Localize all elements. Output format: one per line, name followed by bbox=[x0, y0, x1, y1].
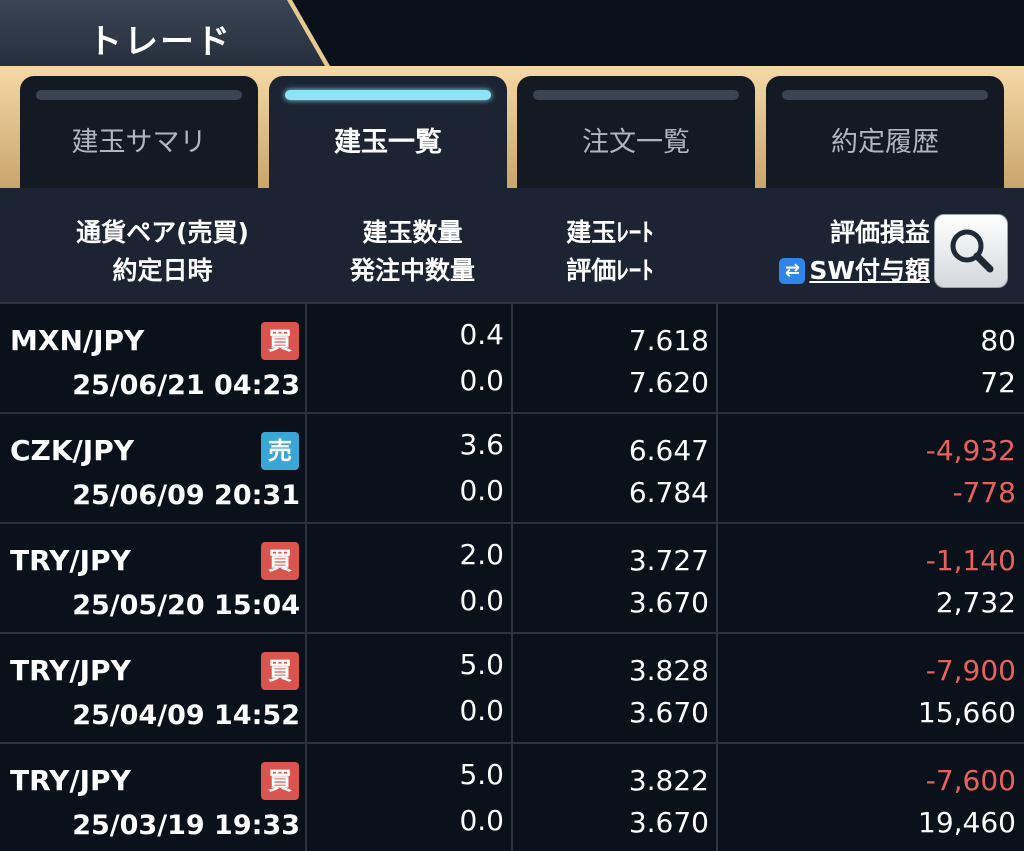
sw-amount: -778 bbox=[952, 476, 1016, 509]
tab-label: 約定履歴 bbox=[831, 127, 939, 158]
execution-datetime: 25/06/21 04:23 bbox=[72, 370, 300, 401]
tab-indicator bbox=[533, 90, 739, 100]
eval-rate: 3.670 bbox=[628, 696, 709, 729]
header-pending-qty-label: 発注中数量 bbox=[349, 256, 475, 285]
column-divider bbox=[716, 634, 718, 744]
table-row[interactable]: TRY/JPY 買 25/04/09 14:52 5.0 0.0 3.828 3… bbox=[0, 634, 1024, 744]
position-qty: 0.4 bbox=[459, 318, 504, 351]
pending-qty: 0.0 bbox=[459, 584, 504, 617]
currency-pair: TRY/JPY bbox=[10, 764, 131, 797]
sw-amount: 72 bbox=[980, 366, 1016, 399]
pending-qty: 0.0 bbox=[459, 804, 504, 837]
position-qty: 3.6 bbox=[459, 428, 504, 461]
table-row[interactable]: TRY/JPY 買 25/03/19 19:33 5.0 0.0 3.822 3… bbox=[0, 744, 1024, 851]
open-rate: 3.727 bbox=[628, 544, 709, 577]
open-rate: 7.618 bbox=[628, 324, 709, 357]
column-divider bbox=[716, 744, 718, 851]
table-row[interactable]: CZK/JPY 売 25/06/09 20:31 3.6 0.0 6.647 6… bbox=[0, 414, 1024, 524]
header-pair-label: 通貨ペア(売買) bbox=[76, 218, 249, 247]
buy-badge: 買 bbox=[261, 652, 299, 690]
header-pl-label: 評価損益 bbox=[829, 218, 930, 247]
header-open-rate-label: 建玉ﾚｰﾄ bbox=[566, 218, 654, 247]
column-divider bbox=[305, 414, 307, 524]
header-pair[interactable]: 通貨ペア(売買) 約定日時 bbox=[0, 214, 325, 290]
eval-pl: -1,140 bbox=[925, 544, 1016, 577]
table-row[interactable]: TRY/JPY 買 25/05/20 15:04 2.0 0.0 3.727 3… bbox=[0, 524, 1024, 634]
execution-datetime: 25/03/19 19:33 bbox=[72, 810, 300, 841]
eval-rate: 7.620 bbox=[628, 366, 709, 399]
column-divider bbox=[305, 744, 307, 851]
tab-indicator bbox=[36, 90, 242, 100]
buy-badge: 買 bbox=[261, 762, 299, 800]
currency-pair: MXN/JPY bbox=[10, 324, 145, 357]
page-title: トレード bbox=[88, 22, 232, 62]
column-divider bbox=[511, 304, 513, 414]
eval-pl: -4,932 bbox=[925, 434, 1016, 467]
eval-pl: -7,600 bbox=[925, 764, 1016, 797]
eval-rate: 3.670 bbox=[628, 806, 709, 839]
open-rate: 6.647 bbox=[628, 434, 709, 467]
sw-amount: 2,732 bbox=[935, 586, 1016, 619]
tab-label: 建玉一覧 bbox=[334, 127, 442, 158]
header-pl[interactable]: 評価損益 ⇄ SW付与額 bbox=[700, 214, 930, 290]
buy-badge: 買 bbox=[261, 542, 299, 580]
position-qty: 2.0 bbox=[459, 538, 504, 571]
pending-qty: 0.0 bbox=[459, 694, 504, 727]
currency-pair: TRY/JPY bbox=[10, 654, 131, 687]
column-divider bbox=[511, 634, 513, 744]
column-divider bbox=[305, 634, 307, 744]
column-divider bbox=[511, 744, 513, 851]
column-divider bbox=[511, 414, 513, 524]
header-date-label: 約定日時 bbox=[112, 256, 213, 285]
header-qty-label: 建玉数量 bbox=[362, 218, 463, 247]
header-rate[interactable]: 建玉ﾚｰﾄ 評価ﾚｰﾄ bbox=[520, 214, 700, 290]
table-row[interactable]: MXN/JPY 買 25/06/21 04:23 0.4 0.0 7.618 7… bbox=[0, 304, 1024, 414]
search-icon bbox=[950, 229, 994, 273]
execution-datetime: 25/04/09 14:52 bbox=[72, 700, 300, 731]
tab-indicator bbox=[782, 90, 988, 100]
column-divider bbox=[305, 524, 307, 634]
title-bar: トレード bbox=[0, 0, 1024, 66]
position-qty: 5.0 bbox=[459, 758, 504, 791]
sw-amount: 15,660 bbox=[918, 696, 1016, 729]
tab-order-list[interactable]: 注文一覧 bbox=[517, 76, 755, 188]
tab-position-list[interactable]: 建玉一覧 bbox=[269, 76, 507, 188]
column-divider bbox=[716, 304, 718, 414]
tab-indicator-active bbox=[285, 90, 491, 100]
header-quantity[interactable]: 建玉数量 発注中数量 bbox=[305, 214, 520, 290]
open-rate: 3.828 bbox=[628, 654, 709, 687]
sw-toggle[interactable]: ⇄ SW付与額 bbox=[700, 252, 930, 290]
column-divider bbox=[305, 304, 307, 414]
swap-icon: ⇄ bbox=[779, 258, 806, 284]
tab-label: 注文一覧 bbox=[582, 127, 690, 158]
position-qty: 5.0 bbox=[459, 648, 504, 681]
eval-pl: -7,900 bbox=[925, 654, 1016, 687]
execution-datetime: 25/05/20 15:04 bbox=[72, 590, 300, 621]
pending-qty: 0.0 bbox=[459, 364, 504, 397]
header-eval-rate-label: 評価ﾚｰﾄ bbox=[566, 256, 654, 285]
sell-badge: 売 bbox=[261, 432, 299, 470]
execution-datetime: 25/06/09 20:31 bbox=[72, 480, 300, 511]
eval-rate: 3.670 bbox=[628, 586, 709, 619]
column-divider bbox=[511, 524, 513, 634]
sw-amount: 19,460 bbox=[918, 806, 1016, 839]
tab-execution-history[interactable]: 約定履歴 bbox=[766, 76, 1004, 188]
pending-qty: 0.0 bbox=[459, 474, 504, 507]
currency-pair: CZK/JPY bbox=[10, 434, 134, 467]
buy-badge: 買 bbox=[261, 322, 299, 360]
open-rate: 3.822 bbox=[628, 764, 709, 797]
column-header: 通貨ペア(売買) 約定日時 建玉数量 発注中数量 建玉ﾚｰﾄ 評価ﾚｰﾄ 評価損… bbox=[0, 188, 1024, 304]
header-sw-label: SW付与額 bbox=[809, 256, 930, 285]
eval-pl: 80 bbox=[980, 324, 1016, 357]
tab-position-summary[interactable]: 建玉サマリ bbox=[20, 76, 258, 188]
search-button[interactable] bbox=[934, 214, 1008, 288]
column-divider bbox=[716, 414, 718, 524]
tab-strip: 建玉サマリ 建玉一覧 注文一覧 約定履歴 bbox=[0, 66, 1024, 188]
tab-label: 建玉サマリ bbox=[71, 127, 207, 158]
eval-rate: 6.784 bbox=[628, 476, 709, 509]
currency-pair: TRY/JPY bbox=[10, 544, 131, 577]
column-divider bbox=[716, 524, 718, 634]
